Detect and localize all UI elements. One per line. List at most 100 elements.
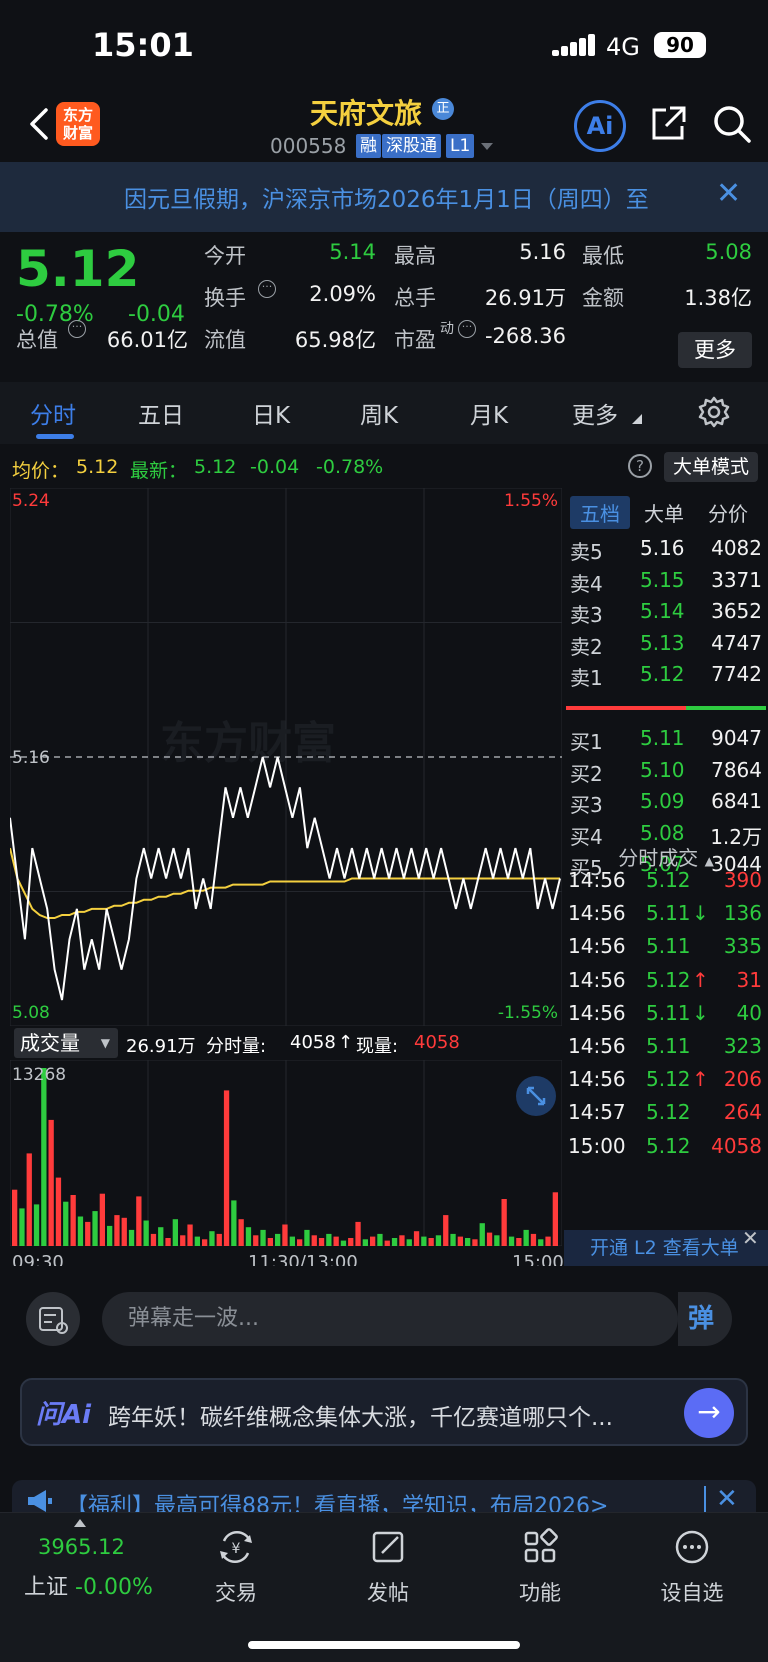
volume-chart[interactable]: 13268 bbox=[10, 1060, 562, 1246]
chevron-down-icon[interactable] bbox=[480, 142, 494, 152]
quote-label: 金额 bbox=[582, 286, 624, 310]
trade-row: 14:56 5.11 ↓ 40 bbox=[564, 999, 768, 1033]
gear-icon[interactable] bbox=[696, 394, 732, 430]
trade-price: 5.11 bbox=[646, 901, 691, 926]
pct-axis-top: 1.55% bbox=[504, 491, 558, 511]
index-name[interactable]: 上证 -0.00% bbox=[24, 1569, 153, 1601]
tab-five-day[interactable]: 五日 bbox=[138, 396, 184, 430]
info-icon[interactable]: ··· bbox=[258, 280, 276, 298]
ai-question-bar[interactable]: 问Ai 跨年妖！碳纤维概念集体大涨，千亿赛道哪只个... → bbox=[20, 1378, 748, 1446]
tab-monthly-k[interactable]: 月K bbox=[470, 396, 508, 430]
index-value[interactable]: 3965.12 bbox=[38, 1535, 125, 1559]
danmu-toggle-button[interactable]: 弹 bbox=[678, 1292, 732, 1346]
stock-name[interactable]: 天府文旅 bbox=[310, 92, 422, 132]
tag-level[interactable]: L1 bbox=[446, 134, 475, 158]
arrow-right-icon[interactable]: → bbox=[684, 1388, 734, 1438]
tab-daily-k[interactable]: 日K bbox=[252, 396, 290, 430]
quote-label-sup: 动 bbox=[440, 321, 454, 337]
nav-trade[interactable]: ¥ 交易 bbox=[186, 1527, 286, 1607]
volume-bar bbox=[428, 1238, 434, 1246]
volume-bar bbox=[501, 1199, 507, 1246]
trade-price: 5.12 bbox=[646, 967, 691, 992]
tab-price-distribution[interactable]: 分价 bbox=[708, 498, 748, 527]
share-icon[interactable] bbox=[648, 104, 688, 144]
danmu-settings-icon[interactable] bbox=[26, 1292, 80, 1346]
volume-bar bbox=[245, 1227, 252, 1246]
l2-upgrade-banner[interactable]: 开通 L2 查看大单 bbox=[564, 1230, 768, 1266]
trade-row: 14:56 5.12 390 bbox=[564, 866, 768, 900]
volume-bar bbox=[538, 1239, 544, 1246]
trade-price: 5.12 bbox=[646, 1133, 691, 1158]
ask-row[interactable]: 卖2 5.13 4747 bbox=[564, 629, 768, 661]
volume-bar bbox=[165, 1238, 171, 1246]
volume-bar bbox=[99, 1193, 105, 1246]
holiday-notice[interactable]: 因元旦假期，沪深京市场2026年1月1日（周四）至 ✕ bbox=[0, 162, 768, 232]
tab-five-levels[interactable]: 五档 bbox=[570, 496, 630, 529]
price-axis-mid: 5.16 bbox=[12, 748, 50, 768]
info-icon[interactable]: ··· bbox=[68, 320, 86, 338]
trade-time: 14:56 bbox=[568, 967, 626, 992]
ai-prompt-text: 跨年妖！碳纤维概念集体大涨，千亿赛道哪只个... bbox=[108, 1405, 613, 1431]
info-icon[interactable]: ··· bbox=[458, 320, 476, 338]
nav-functions[interactable]: 功能 bbox=[490, 1527, 590, 1607]
volume-bar bbox=[333, 1236, 339, 1246]
bid-volume: 7864 bbox=[711, 757, 762, 782]
volume-bar bbox=[326, 1233, 332, 1246]
bid-row[interactable]: 买2 5.10 7864 bbox=[564, 756, 768, 788]
volume-bar bbox=[202, 1239, 208, 1246]
ask-row[interactable]: 卖4 5.15 3371 bbox=[564, 566, 768, 598]
ask-row[interactable]: 卖5 5.16 4082 bbox=[564, 534, 768, 566]
nav-watchlist[interactable]: 设自选 bbox=[642, 1527, 742, 1607]
intraday-chart[interactable]: 东方财富 5.24 5.16 5.08 1.55% -1.55% bbox=[10, 488, 562, 1026]
volume-bar bbox=[253, 1235, 259, 1246]
close-icon[interactable]: ✕ bbox=[742, 1226, 759, 1250]
volume-bar bbox=[348, 1238, 354, 1246]
ask-row[interactable]: 卖3 5.14 3652 bbox=[564, 597, 768, 629]
bid-row[interactable]: 买3 5.09 6841 bbox=[564, 787, 768, 819]
ask-level-label: 卖2 bbox=[570, 634, 603, 659]
quote-value: 26.91万 bbox=[484, 286, 566, 310]
latest-percent: -0.78% bbox=[316, 456, 384, 478]
ask-row[interactable]: 卖1 5.12 7742 bbox=[564, 660, 768, 692]
tab-big-orders[interactable]: 大单 bbox=[644, 498, 684, 527]
volume-header: 成交量 ▼ 26.91万 分时量: 4058 ↑ 现量: 4058 bbox=[10, 1026, 562, 1060]
tab-intraday[interactable]: 分时 bbox=[30, 396, 76, 430]
tab-more[interactable]: 更多 bbox=[572, 396, 618, 430]
volume-bar bbox=[223, 1090, 230, 1246]
app-logo[interactable]: 东方 财富 bbox=[56, 102, 100, 146]
quote-value: 2.09% bbox=[309, 282, 376, 306]
trade-direction-arrow: ↓ bbox=[692, 1000, 709, 1025]
trade-volume: 323 bbox=[723, 1034, 762, 1058]
danmu-input[interactable]: 弹幕走一波... bbox=[102, 1292, 678, 1346]
volume-bar bbox=[545, 1236, 551, 1246]
bid-row[interactable]: 买1 5.11 9047 bbox=[564, 724, 768, 756]
volume-indicator-select[interactable]: 成交量 ▼ bbox=[14, 1028, 118, 1058]
chart-period-tabs: 分时 五日 日K 周K 月K 更多 bbox=[0, 382, 768, 444]
volume-bar bbox=[406, 1239, 412, 1246]
close-icon[interactable]: ✕ bbox=[716, 1484, 738, 1514]
trade-volume: 264 bbox=[723, 1100, 762, 1125]
help-icon[interactable]: ? bbox=[628, 454, 652, 478]
nav-post[interactable]: 发帖 bbox=[338, 1527, 438, 1607]
trade-volume: 136 bbox=[723, 901, 762, 926]
volume-bar bbox=[85, 1221, 91, 1246]
more-button[interactable]: 更多 bbox=[678, 332, 752, 368]
volume-bar bbox=[231, 1200, 237, 1246]
stock-type-badge: 正 bbox=[432, 98, 454, 120]
volume-now-value: 4058 bbox=[414, 1032, 460, 1053]
close-icon[interactable]: ✕ bbox=[716, 176, 741, 211]
expand-icon[interactable] bbox=[516, 1076, 556, 1116]
price-axis-top: 5.24 bbox=[12, 491, 50, 511]
volume-bar bbox=[26, 1153, 32, 1246]
volume-bar bbox=[384, 1240, 390, 1246]
search-icon[interactable] bbox=[712, 104, 752, 144]
ai-button[interactable]: Ai bbox=[574, 100, 626, 152]
nav-post-label: 发帖 bbox=[367, 1581, 409, 1605]
volume-bar bbox=[340, 1240, 347, 1246]
volume-bar bbox=[209, 1231, 215, 1246]
big-order-mode-button[interactable]: 大单模式 bbox=[664, 452, 758, 482]
tab-weekly-k[interactable]: 周K bbox=[360, 396, 398, 430]
trade-row: 14:56 5.12 ↑ 31 bbox=[564, 966, 768, 1000]
volume-bar bbox=[479, 1223, 485, 1246]
trade-time: 14:56 bbox=[568, 1000, 626, 1025]
